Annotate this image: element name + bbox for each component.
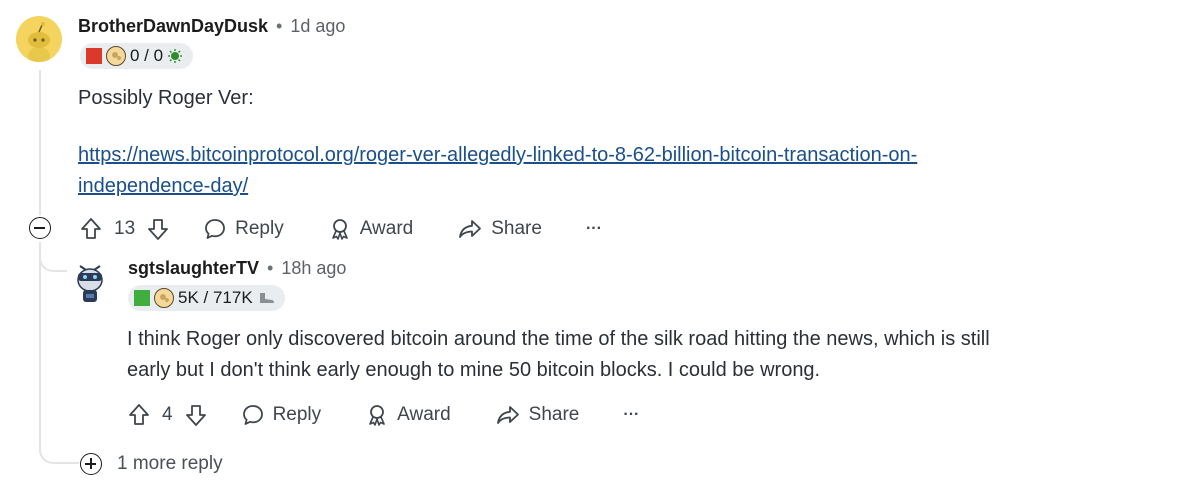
snoo-avatar-icon bbox=[77, 265, 103, 302]
thread-line-main-lower bbox=[39, 242, 41, 440]
award-icon bbox=[328, 217, 352, 241]
more-options-icon[interactable]: ··· bbox=[623, 406, 639, 424]
comment-text-continued: early but I don't think early enough to … bbox=[127, 359, 821, 381]
comment-link[interactable]: https://news.bitcoinprotocol.org/roger-v… bbox=[78, 144, 917, 166]
comment-link-continued[interactable]: independence-day/ bbox=[78, 175, 248, 197]
more-options-icon[interactable]: ··· bbox=[586, 220, 602, 238]
comment-author[interactable]: sgtslaughterTV bbox=[128, 258, 259, 279]
meta-separator: • bbox=[276, 16, 283, 36]
more-replies-link[interactable]: 1 more reply bbox=[117, 453, 223, 475]
downvote-icon[interactable] bbox=[185, 403, 207, 427]
share-label: Share bbox=[528, 404, 580, 425]
collapse-thread-button[interactable] bbox=[29, 217, 51, 239]
green-virus-icon bbox=[168, 49, 183, 63]
bitcoin-coin-icon bbox=[154, 288, 174, 308]
green-square-emoji-icon bbox=[134, 290, 150, 306]
thread-line-main bbox=[39, 70, 41, 215]
share-button[interactable]: Share bbox=[457, 217, 542, 241]
award-button[interactable]: Award bbox=[365, 403, 451, 427]
comment-timestamp[interactable]: 1d ago bbox=[290, 16, 345, 37]
thread-branch-more bbox=[39, 440, 79, 464]
vote-count: 13 bbox=[114, 218, 136, 239]
award-button[interactable]: Award bbox=[328, 217, 414, 241]
share-icon bbox=[495, 403, 521, 427]
reply-icon bbox=[203, 217, 227, 241]
reply-label: Reply bbox=[272, 404, 322, 425]
comment-text: Possibly Roger Ver: bbox=[78, 87, 254, 109]
avatar[interactable] bbox=[66, 258, 112, 304]
reply-icon bbox=[241, 403, 265, 427]
comment-actions: 13 Reply Award Share ··· bbox=[80, 216, 602, 242]
comment-body: Possibly Roger Ver: https://news.bitcoin… bbox=[78, 83, 1178, 202]
flair-text: 0 / 0 bbox=[130, 46, 164, 65]
upvote-icon[interactable] bbox=[128, 403, 150, 427]
avatar[interactable] bbox=[16, 16, 62, 62]
share-label: Share bbox=[491, 218, 542, 239]
upvote-icon[interactable] bbox=[80, 217, 102, 241]
award-icon bbox=[365, 403, 389, 427]
expand-replies-icon[interactable] bbox=[80, 453, 102, 475]
snoo-avatar-icon bbox=[28, 22, 50, 62]
share-button[interactable]: Share bbox=[495, 403, 580, 427]
reply-label: Reply bbox=[235, 218, 284, 239]
comment-timestamp[interactable]: 18h ago bbox=[281, 258, 346, 279]
thread-branch-reply bbox=[39, 250, 67, 272]
comment-body: I think Roger only discovered bitcoin ar… bbox=[127, 324, 1187, 386]
award-label: Award bbox=[397, 404, 451, 425]
user-flair: 5K / 717K bbox=[128, 285, 285, 311]
comment-text: I think Roger only discovered bitcoin ar… bbox=[127, 328, 990, 350]
meta-separator: • bbox=[267, 258, 274, 278]
bitcoin-coin-icon bbox=[106, 46, 126, 66]
comment-actions: 4 Reply Award Share ··· bbox=[128, 402, 639, 428]
vote-count: 4 bbox=[162, 404, 173, 425]
boot-icon bbox=[259, 293, 274, 303]
reply-button[interactable]: Reply bbox=[203, 217, 284, 241]
share-icon bbox=[457, 217, 483, 241]
red-square-emoji-icon bbox=[86, 48, 102, 64]
award-label: Award bbox=[359, 218, 414, 239]
flair-text: 5K / 717K bbox=[178, 288, 253, 307]
reply-button[interactable]: Reply bbox=[241, 403, 322, 427]
user-flair: 0 / 0 bbox=[80, 43, 194, 69]
comment-author[interactable]: BrotherDawnDayDusk bbox=[78, 16, 268, 37]
downvote-icon[interactable] bbox=[147, 217, 169, 241]
